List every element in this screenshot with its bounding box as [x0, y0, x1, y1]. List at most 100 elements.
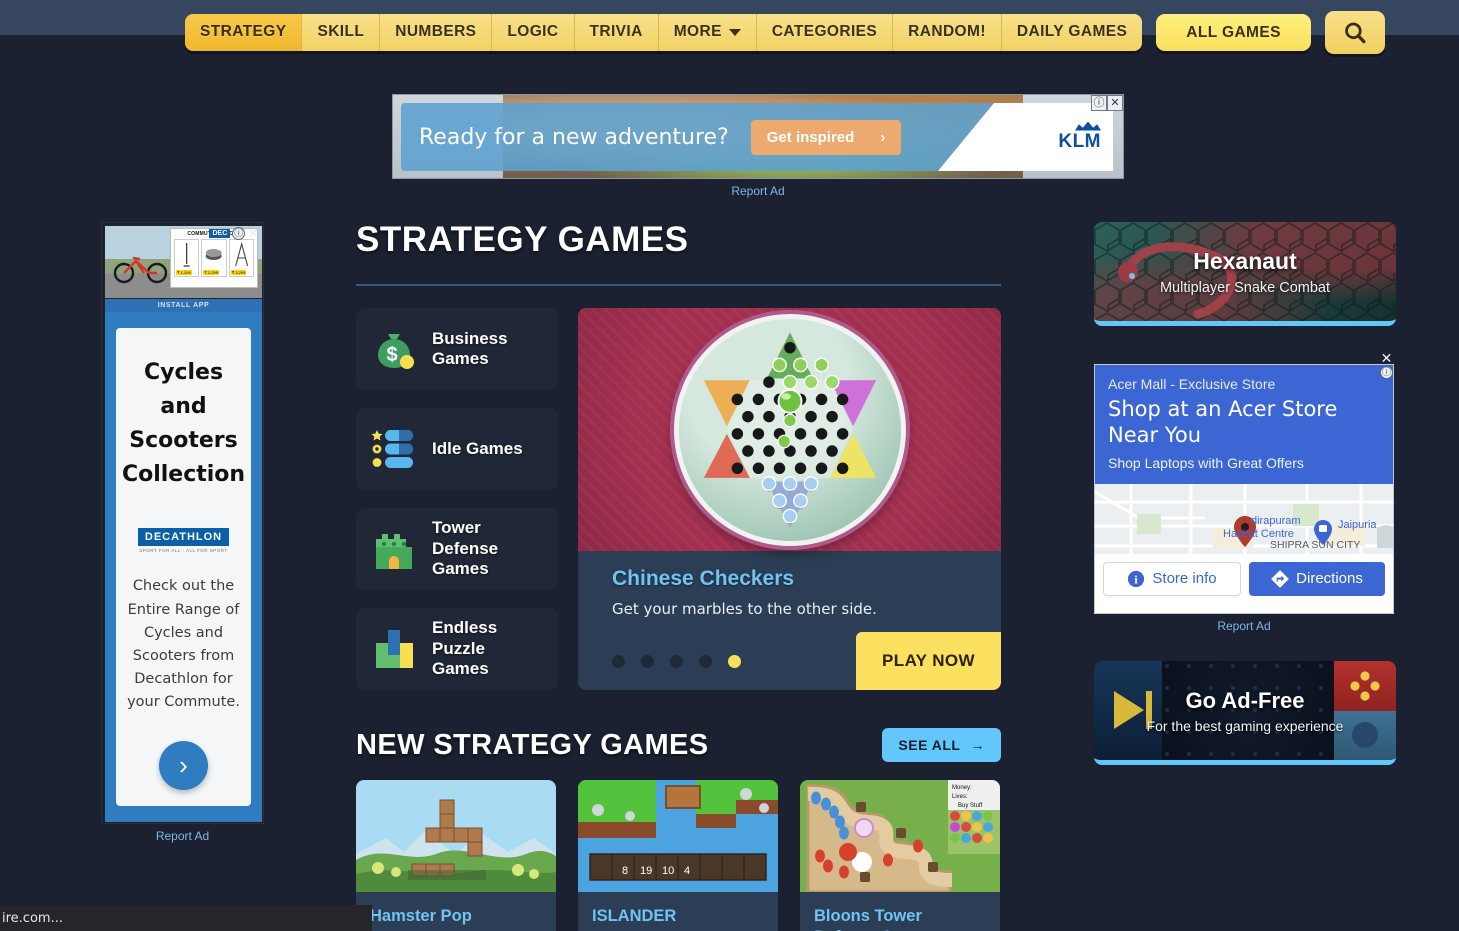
nav-item-label: SKILL	[317, 23, 365, 41]
nav-item-numbers[interactable]: NUMBERS	[380, 14, 493, 51]
nav-item-more[interactable]: MORE	[658, 14, 757, 51]
ad-close-icon[interactable]: ✕	[1381, 351, 1393, 365]
product-item[interactable]: ₹ 1,299	[174, 239, 200, 277]
categories-and-feature-row: $ Business Games Idle Games Tower Defens…	[356, 308, 1001, 690]
chevron-down-icon	[728, 28, 741, 36]
ad-controls: ⓘ ✕	[1091, 95, 1123, 111]
featured-game-title[interactable]: Chinese Checkers	[612, 567, 967, 591]
crown-icon	[1075, 121, 1101, 131]
install-app-banner[interactable]: INSTALL APP	[105, 299, 262, 312]
ad-close-icon[interactable]: ✕	[1107, 95, 1123, 111]
carousel-dot-4[interactable]	[699, 654, 712, 668]
nav-item-strategy[interactable]: STRATEGY	[185, 14, 303, 51]
ad-info-icon[interactable]: ⓘ	[232, 227, 246, 240]
nav-item-trivia[interactable]: TRIVIA	[574, 14, 659, 51]
main-navigation: STRATEGY SKILL NUMBERS LOGIC TRIVIA MORE…	[185, 11, 1385, 54]
page-title: STRATEGY GAMES	[356, 220, 689, 259]
decathlon-tagline: SPORT FOR ALL · ALL FOR SPORT	[139, 548, 228, 554]
game-title[interactable]: Hamster Pop	[356, 892, 556, 927]
carousel-dot-5[interactable]	[728, 654, 741, 668]
ad-headline: Ready for a new adventure?	[419, 124, 729, 150]
svg-text:dirapuram: dirapuram	[1251, 515, 1301, 527]
play-now-button[interactable]: PLAY NOW	[856, 632, 1001, 690]
ad-close-icon[interactable]: ✕	[247, 226, 259, 240]
left-sidebar-ad[interactable]: COMMUTE ADD-ONS ₹ 1,299 ₹ 2,299 ₹ 3,299 …	[101, 222, 264, 824]
acer-ad-buttons: i Store info Directions	[1095, 554, 1393, 604]
category-card-tower-defense-games[interactable]: Tower Defense Games	[356, 508, 558, 590]
carousel-dot-3[interactable]	[670, 654, 683, 668]
ad-info-icon[interactable]: ⓘ	[1091, 95, 1107, 111]
new-games-grid: Hamster Pop Pop the hamsters	[356, 780, 1001, 931]
acer-ad-container: Acer Mall - Exclusive Store Shop at an A…	[1094, 351, 1394, 633]
svg-text:SHIPRA SUN CITY: SHIPRA SUN CITY	[1270, 539, 1360, 551]
directions-button[interactable]: Directions	[1249, 561, 1385, 596]
acer-ad-map[interactable]: dirapuram Habitat Centre Jaipuria SHIPRA…	[1095, 483, 1393, 554]
info-icon: i	[1128, 570, 1145, 587]
nav-item-label: STRATEGY	[200, 23, 287, 41]
right-sidebar: Hexanaut Multiplayer Snake Combat Acer M…	[1094, 222, 1396, 765]
acer-ad-kicker: Acer Mall - Exclusive Store	[1108, 376, 1276, 392]
featured-game-card[interactable]: Chinese Checkers Get your marbles to the…	[578, 308, 1001, 690]
nav-item-label: CATEGORIES	[771, 23, 878, 41]
search-button[interactable]	[1324, 11, 1385, 54]
nav-button-group: STRATEGY SKILL NUMBERS LOGIC TRIVIA MORE…	[185, 14, 1143, 51]
report-ad-link-left[interactable]: Report Ad	[101, 829, 264, 843]
top-banner-ad[interactable]: Ready for a new adventure? Get inspired …	[392, 94, 1124, 179]
klm-brand-text: KLM	[1058, 130, 1101, 152]
nav-item-label: LOGIC	[507, 23, 559, 41]
see-all-button[interactable]: SEE ALL →	[882, 728, 1001, 762]
featured-game-subtitle: Get your marbles to the other side.	[612, 600, 877, 618]
category-card-idle-games[interactable]: Idle Games	[356, 408, 558, 490]
game-card-bloons-tower-defense-3[interactable]: Money: Lives: Buy Stuff Bloons Tower	[800, 780, 1000, 931]
product-item[interactable]: ₹ 3,299	[228, 239, 254, 277]
browser-status-bar: ire.com...	[0, 905, 372, 931]
svg-text:8: 8	[622, 865, 628, 877]
cta-label: Get inspired	[766, 128, 855, 146]
game-card-hamster-pop[interactable]: Hamster Pop Pop the hamsters	[356, 780, 556, 931]
directions-icon	[1271, 569, 1290, 588]
featured-game-image	[578, 308, 1001, 551]
category-label: Tower Defense Games	[432, 518, 499, 579]
carousel-dot-2[interactable]	[641, 654, 654, 668]
dec-badge: DEC	[209, 229, 231, 238]
game-description: Pop the hamsters	[356, 927, 556, 931]
ad-info-icon[interactable]: ⓘ	[1380, 366, 1393, 379]
featured-game-info: Chinese Checkers Get your marbles to the…	[578, 551, 1001, 632]
svg-text:Money:: Money:	[952, 785, 972, 791]
svg-text:Jaipuria: Jaipuria	[1338, 519, 1377, 531]
nav-item-logic[interactable]: LOGIC	[492, 14, 575, 51]
category-card-business-games[interactable]: $ Business Games	[356, 308, 558, 390]
carousel-dot-1[interactable]	[612, 654, 625, 668]
game-description: Gather resources and	[578, 927, 778, 931]
ad-free-title: Go Ad-Free	[1185, 687, 1305, 713]
acer-ad[interactable]: Acer Mall - Exclusive Store Shop at an A…	[1094, 351, 1394, 614]
category-card-endless-puzzle-games[interactable]: Endless Puzzle Games	[356, 608, 558, 690]
checkers-star-graphic	[703, 331, 876, 528]
all-games-button[interactable]: ALL GAMES	[1156, 13, 1311, 52]
carousel-dots	[612, 654, 741, 668]
nav-item-random[interactable]: RANDOM!	[893, 14, 1002, 51]
game-card-islander[interactable]: 8 19 10 4 ISLANDER Gather resources and	[578, 780, 778, 931]
nav-item-label: DAILY GAMES	[1016, 23, 1128, 41]
hexanaut-subtitle: Multiplayer Snake Combat	[1159, 279, 1331, 296]
hexanaut-text: Hexanaut Multiplayer Snake Combat	[1094, 222, 1396, 321]
nav-item-categories[interactable]: CATEGORIES	[756, 14, 894, 51]
game-title[interactable]: ISLANDER	[578, 892, 778, 927]
nav-item-daily-games[interactable]: DAILY GAMES	[1001, 14, 1143, 51]
ad-free-text: Go Ad-Free For the best gaming experienc…	[1094, 661, 1396, 760]
acer-ad-subline: Shop Laptops with Great Offers	[1108, 454, 1304, 471]
report-ad-link-top[interactable]: Report Ad	[392, 184, 1124, 198]
game-title[interactable]: Bloons Tower Defense 3	[800, 892, 1000, 931]
product-item[interactable]: ₹ 2,299	[201, 239, 227, 277]
go-ad-free-banner[interactable]: Go Ad-Free For the best gaming experienc…	[1094, 661, 1396, 765]
get-inspired-button[interactable]: Get inspired ›	[750, 119, 902, 155]
nav-item-skill[interactable]: SKILL	[302, 14, 381, 51]
ad-controls: ✕ ⓘ	[1380, 351, 1393, 379]
report-ad-link-right[interactable]: Report Ad	[1094, 619, 1394, 633]
product-row: ₹ 1,299 ₹ 2,299 ₹ 3,299	[171, 237, 257, 279]
product-price: ₹ 3,299	[230, 270, 247, 275]
ad-body-text: Check out the Entire Range of Cycles and…	[127, 578, 240, 711]
ad-next-arrow-button[interactable]: ›	[159, 740, 208, 790]
store-info-button[interactable]: i Store info	[1103, 561, 1241, 596]
hexanaut-promo-card[interactable]: Hexanaut Multiplayer Snake Combat	[1094, 222, 1396, 326]
